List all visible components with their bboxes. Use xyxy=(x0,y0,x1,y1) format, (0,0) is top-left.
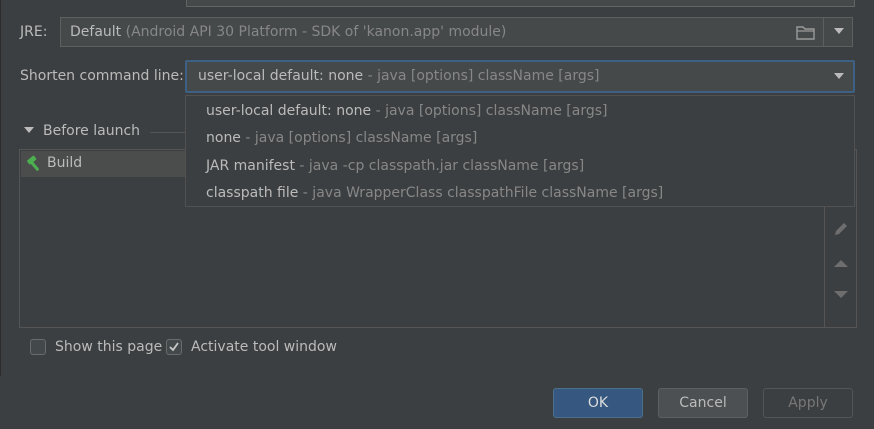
cancel-button[interactable]: Cancel xyxy=(658,388,748,418)
window-edge xyxy=(0,0,1,376)
pencil-icon[interactable] xyxy=(832,220,850,242)
option-main: classpath file xyxy=(206,185,299,201)
show-this-page-label[interactable]: Show this page xyxy=(55,339,162,355)
shorten-selected: user-local default: none - java [options… xyxy=(198,68,600,84)
option-hint: - java [options] className [args] xyxy=(240,130,478,146)
option-main: none xyxy=(206,130,241,146)
jre-separator xyxy=(823,18,824,46)
option-jar-manifest[interactable]: JAR manifest - java -cp classpath.jar cl… xyxy=(206,158,584,174)
show-this-page-checkbox[interactable] xyxy=(30,339,46,355)
option-hint: - java -cp classpath.jar className [args… xyxy=(294,158,585,174)
shorten-combobox[interactable]: user-local default: none - java [options… xyxy=(185,60,855,93)
option-main: JAR manifest xyxy=(206,158,295,174)
shorten-options-popup: user-local default: none - java [options… xyxy=(185,95,855,207)
task-row-build[interactable]: Build xyxy=(21,151,186,177)
move-up-icon[interactable] xyxy=(832,257,850,273)
option-none[interactable]: none - java [options] className [args] xyxy=(206,130,477,146)
collapse-triangle-icon xyxy=(24,127,34,133)
shorten-label: Shorten command line: xyxy=(20,68,184,84)
chevron-down-icon[interactable] xyxy=(834,73,844,79)
option-hint: - java [options] className [args] xyxy=(371,103,608,119)
task-label: Build xyxy=(47,155,83,171)
jre-value-detail: (Android API 30 Platform - SDK of 'kanon… xyxy=(125,24,507,40)
section-divider xyxy=(150,132,186,133)
shorten-selected-hint: - java [options] className [args] xyxy=(363,68,600,84)
jre-combobox[interactable]: Default (Android API 30 Platform - SDK o… xyxy=(60,17,853,47)
before-launch-header[interactable]: Before launch xyxy=(24,123,140,139)
option-main: user-local default: none xyxy=(206,103,372,119)
ok-button[interactable]: OK xyxy=(553,388,643,418)
previous-field-edge xyxy=(186,0,855,7)
jre-label: JRE: xyxy=(20,24,48,40)
hammer-icon xyxy=(25,155,43,177)
activate-tool-window-label[interactable]: Activate tool window xyxy=(191,339,337,355)
jre-dropdown-arrow-icon[interactable] xyxy=(834,28,844,34)
option-user-local-default[interactable]: user-local default: none - java [options… xyxy=(206,103,608,119)
shorten-selected-main: user-local default: none xyxy=(198,68,364,84)
activate-tool-window-checkbox[interactable] xyxy=(166,339,182,355)
checkmark-icon xyxy=(169,342,179,352)
option-classpath-file[interactable]: classpath file - java WrapperClass class… xyxy=(206,185,663,201)
jre-value: Default (Android API 30 Platform - SDK o… xyxy=(70,24,506,40)
option-hint: - java WrapperClass classpathFile classN… xyxy=(298,185,664,201)
before-launch-title: Before launch xyxy=(43,123,141,139)
task-toolbar xyxy=(824,207,856,327)
move-down-icon[interactable] xyxy=(832,289,850,305)
apply-button[interactable]: Apply xyxy=(763,388,853,418)
jre-value-main: Default xyxy=(70,24,122,40)
folder-icon[interactable] xyxy=(796,24,816,42)
